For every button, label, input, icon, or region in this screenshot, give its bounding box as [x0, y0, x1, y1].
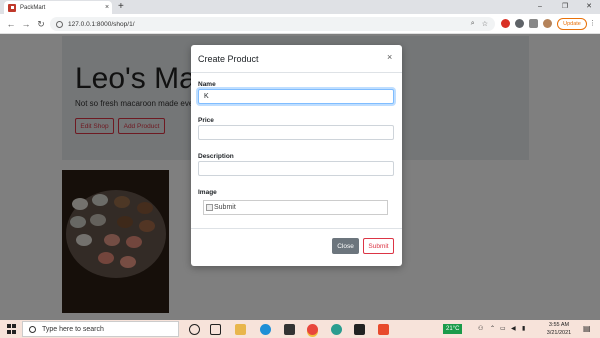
edge-icon[interactable]: [260, 324, 271, 335]
clock-time: 3:55 AM: [548, 322, 570, 328]
tab-title: PackMart: [20, 4, 46, 11]
modal-header: Create Product ×: [191, 45, 402, 73]
network-icon[interactable]: ▭: [500, 325, 506, 332]
site-info-icon[interactable]: [56, 20, 63, 28]
taskbar-clock[interactable]: 3:55 AM 3/21/2021: [540, 321, 578, 337]
new-tab-button[interactable]: +: [118, 1, 124, 12]
notifications-icon[interactable]: ▤: [583, 324, 591, 333]
packmart-favicon-icon: [8, 3, 16, 12]
profile-avatar-icon[interactable]: [543, 19, 552, 28]
cortana-icon[interactable]: [189, 324, 200, 335]
maximize-button[interactable]: ❐: [556, 1, 574, 12]
clock-date: 3/21/2021: [546, 330, 572, 336]
modal-close-icon[interactable]: ×: [387, 52, 392, 62]
description-input[interactable]: [198, 161, 394, 176]
browser-toolbar: ← → ↻ 127.0.0.1:8000/shop/1/ ⌕ ☆ Update …: [0, 14, 600, 34]
app-icon-orange[interactable]: [378, 324, 389, 335]
terminal-icon[interactable]: [354, 324, 365, 335]
back-button[interactable]: ←: [5, 18, 17, 30]
battery-icon[interactable]: ▮: [522, 325, 525, 332]
price-label: Price: [198, 117, 214, 124]
image-input[interactable]: Submit: [203, 200, 388, 215]
create-product-modal: Create Product × Name K Price Descriptio…: [191, 45, 402, 266]
file-explorer-icon[interactable]: [235, 324, 246, 335]
app-icon-green[interactable]: [331, 324, 342, 335]
browser-tab-bar: PackMart × + – ❐ ✕: [0, 0, 600, 14]
url-text[interactable]: 127.0.0.1:8000/shop/1/: [68, 21, 471, 28]
chrome-icon[interactable]: [307, 324, 318, 335]
store-icon[interactable]: [284, 324, 295, 335]
extensions-puzzle-icon[interactable]: [529, 19, 538, 28]
image-alt-text: Submit: [214, 204, 236, 211]
minimize-button[interactable]: –: [531, 1, 549, 12]
taskbar-search-placeholder: Type here to search: [42, 325, 104, 333]
taskbar-search-box[interactable]: Type here to search: [22, 321, 179, 337]
description-label: Description: [198, 153, 234, 160]
browser-tab[interactable]: PackMart ×: [4, 1, 112, 14]
update-button[interactable]: Update: [557, 18, 587, 30]
browser-menu-icon[interactable]: ⋮: [589, 19, 596, 27]
price-input[interactable]: [198, 125, 394, 140]
extension-icon-gray[interactable]: [515, 19, 524, 28]
reload-button[interactable]: ↻: [35, 18, 47, 30]
person-icon[interactable]: ⚇: [478, 325, 483, 332]
forward-button[interactable]: →: [20, 18, 32, 30]
chevron-up-icon[interactable]: ⌃: [490, 325, 495, 332]
task-view-icon[interactable]: [210, 324, 221, 335]
tab-close-icon[interactable]: ×: [102, 4, 112, 11]
windows-taskbar: Type here to search 21°C ⚇ ⌃ ▭ ◀ ▮ 3:55 …: [0, 320, 600, 338]
extension-icon-red[interactable]: [501, 19, 510, 28]
name-input[interactable]: K: [198, 89, 394, 104]
broken-image-icon: [206, 204, 213, 211]
search-icon: [29, 325, 36, 333]
address-bar[interactable]: 127.0.0.1:8000/shop/1/ ⌕ ☆: [50, 17, 495, 31]
weather-badge[interactable]: 21°C: [443, 324, 463, 334]
image-label: Image: [198, 189, 217, 196]
windows-start-icon[interactable]: [7, 324, 17, 334]
window-close-button[interactable]: ✕: [580, 1, 598, 12]
volume-icon[interactable]: ◀: [511, 325, 516, 332]
submit-button[interactable]: Submit: [363, 238, 394, 254]
close-button[interactable]: Close: [332, 238, 359, 254]
search-icon[interactable]: ⌕: [471, 20, 475, 28]
name-label: Name: [198, 81, 216, 88]
modal-title: Create Product: [198, 54, 259, 64]
modal-footer: Close Submit: [191, 228, 402, 266]
star-icon[interactable]: ☆: [482, 20, 488, 28]
